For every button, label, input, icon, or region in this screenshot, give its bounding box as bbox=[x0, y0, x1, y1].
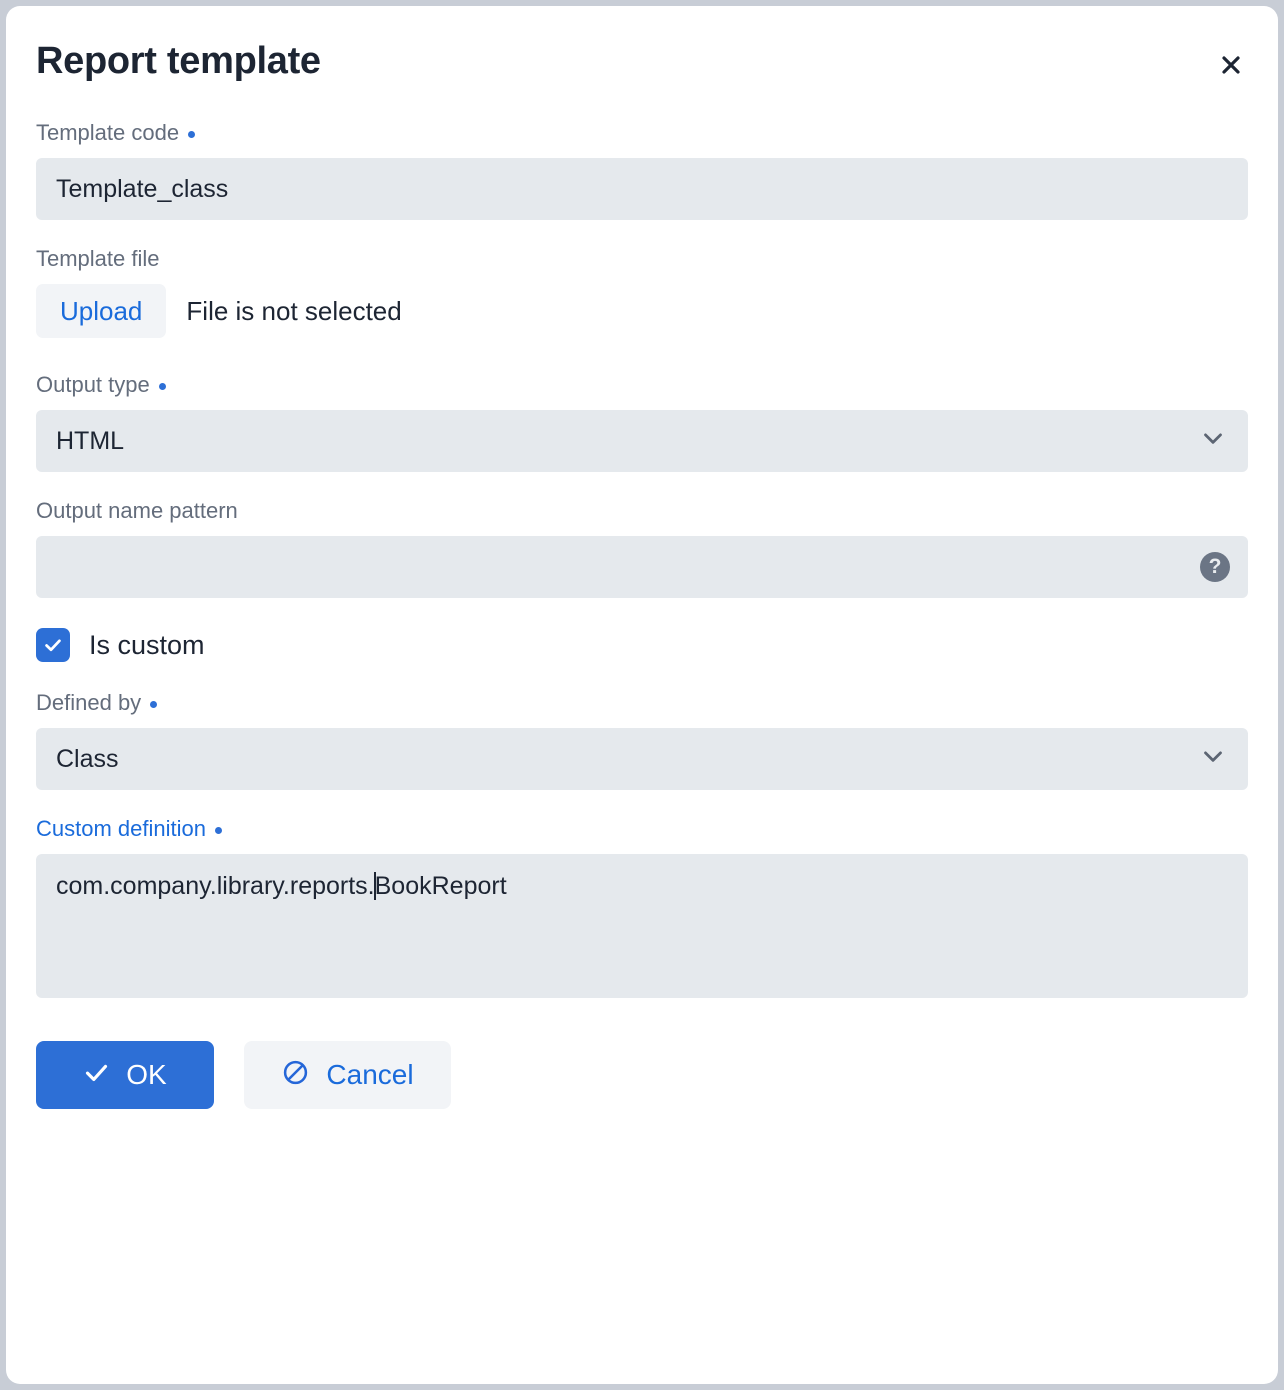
close-icon bbox=[1219, 53, 1243, 77]
template-file-row: Upload File is not selected bbox=[36, 284, 1248, 338]
cancel-button-label: Cancel bbox=[326, 1059, 414, 1090]
is-custom-checkbox[interactable] bbox=[36, 628, 70, 662]
label-output-type: Output type bbox=[36, 374, 1248, 396]
label-text: Output name pattern bbox=[36, 498, 238, 523]
ok-button-label: OK bbox=[126, 1059, 167, 1090]
is-custom-row[interactable]: Is custom bbox=[36, 628, 1248, 662]
label-text: Custom definition bbox=[36, 816, 206, 841]
label-text: Output type bbox=[36, 372, 150, 397]
report-template-dialog: Report template Template code Template_c… bbox=[6, 6, 1278, 1384]
field-custom-definition: Custom definition com.company.library.re… bbox=[36, 818, 1248, 998]
file-status-text: File is not selected bbox=[186, 295, 402, 326]
dialog-body: Template code Template_class Template fi… bbox=[6, 122, 1278, 998]
custom-definition-value-after: BookReport bbox=[374, 872, 507, 900]
dialog-footer: OK Cancel bbox=[6, 1041, 1278, 1109]
cancel-button[interactable]: Cancel bbox=[244, 1041, 451, 1109]
label-custom-definition: Custom definition bbox=[36, 818, 1248, 840]
check-icon bbox=[83, 1059, 110, 1091]
field-defined-by: Defined by Class bbox=[36, 692, 1248, 790]
dialog-header: Report template bbox=[6, 6, 1278, 122]
output-type-select[interactable]: HTML bbox=[36, 410, 1248, 472]
field-template-file: Template file Upload File is not selecte… bbox=[36, 248, 1248, 338]
label-text: Template file bbox=[36, 246, 160, 271]
output-type-value: HTML bbox=[56, 426, 125, 455]
label-text: Defined by bbox=[36, 690, 142, 715]
help-circle-icon[interactable]: ? bbox=[1200, 552, 1230, 582]
is-custom-label: Is custom bbox=[89, 629, 205, 660]
label-output-name-pattern: Output name pattern bbox=[36, 500, 1248, 522]
defined-by-value: Class bbox=[56, 744, 119, 773]
field-output-type: Output type HTML bbox=[36, 374, 1248, 472]
label-defined-by: Defined by bbox=[36, 692, 1248, 714]
check-icon bbox=[45, 639, 61, 652]
required-dot-icon bbox=[158, 382, 166, 390]
required-dot-icon bbox=[150, 700, 158, 708]
custom-definition-textarea[interactable]: com.company.library.reports.BookReport bbox=[36, 854, 1248, 998]
template-code-input[interactable]: Template_class bbox=[36, 158, 1248, 220]
chevron-down-icon bbox=[1198, 423, 1228, 460]
field-output-name-pattern: Output name pattern ? bbox=[36, 500, 1248, 598]
label-text: Template code bbox=[36, 120, 180, 145]
template-code-value: Template_class bbox=[56, 174, 229, 203]
page-title: Report template bbox=[36, 40, 321, 82]
custom-definition-value-before: com.company.library.reports. bbox=[56, 872, 375, 900]
field-template-code: Template code Template_class bbox=[36, 122, 1248, 220]
defined-by-select[interactable]: Class bbox=[36, 728, 1248, 790]
label-template-code: Template code bbox=[36, 122, 1248, 144]
chevron-down-icon bbox=[1198, 741, 1228, 778]
label-template-file: Template file bbox=[36, 248, 1248, 270]
ban-icon bbox=[281, 1058, 310, 1092]
ok-button[interactable]: OK bbox=[36, 1041, 214, 1109]
required-dot-icon bbox=[214, 826, 222, 834]
upload-button[interactable]: Upload bbox=[36, 284, 167, 338]
required-dot-icon bbox=[188, 130, 196, 138]
output-name-pattern-input[interactable]: ? bbox=[36, 536, 1248, 598]
close-button[interactable] bbox=[1214, 48, 1248, 82]
